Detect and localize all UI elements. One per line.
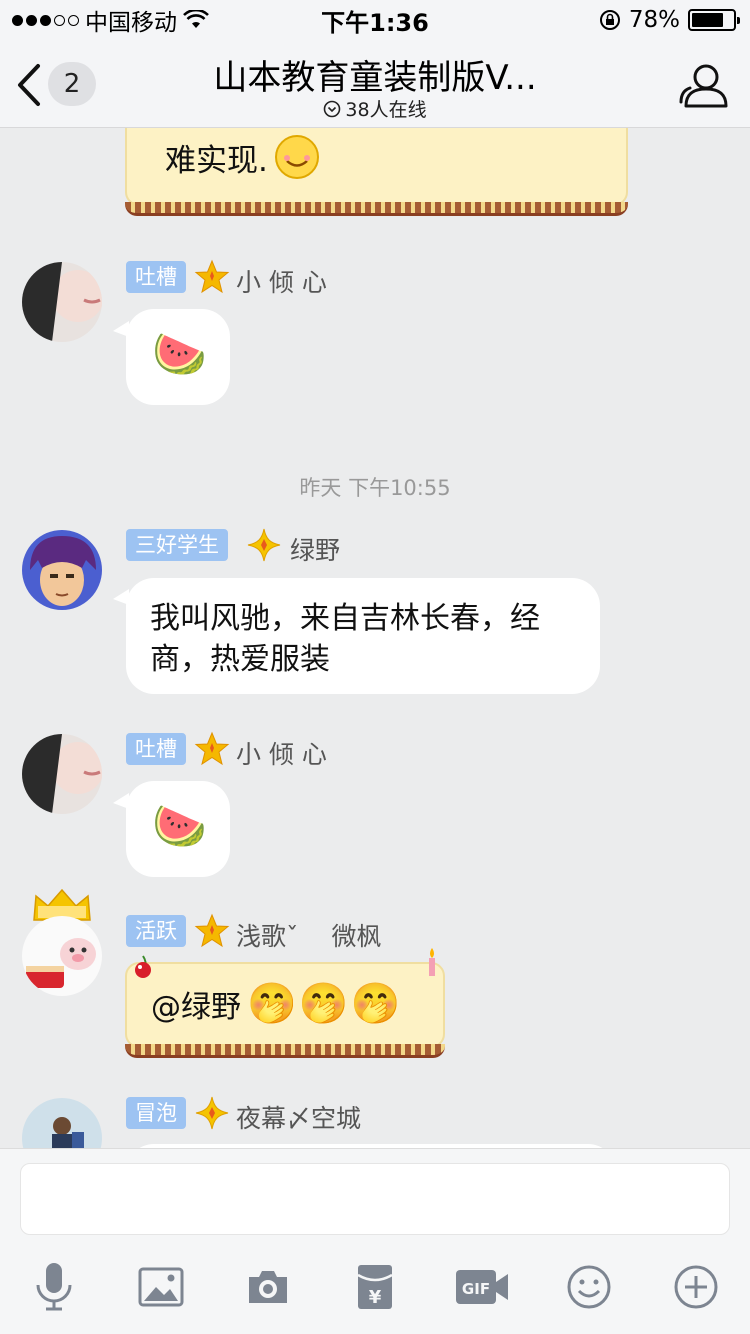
member-title-tag: 吐槽 — [126, 733, 186, 765]
message-bubble[interactable]: 我叫风驰，来自吉林长春，经 商，热爱服装 — [126, 578, 600, 694]
message-bubble-fancy[interactable]: 难实现. — [125, 128, 628, 216]
avatar-image — [22, 1098, 102, 1148]
group-title[interactable]: 山本教育童装制版V... — [190, 50, 560, 99]
members-icon — [679, 64, 728, 108]
chat-area[interactable]: 难实现. 吐槽 小 倾 心 🍉 昨天 下午10:55 三好学生 绿野 我叫风驰，… — [0, 128, 750, 1148]
signal-icon — [12, 14, 79, 26]
avatar-image — [22, 530, 102, 610]
emoji-button[interactable] — [559, 1257, 619, 1317]
online-count: 38人在线 — [345, 99, 427, 121]
rotation-lock-icon — [599, 10, 620, 30]
sender-name[interactable]: 浅歌ˇ 微枫 — [236, 917, 381, 953]
status-bar: 中国移动 下午1:36 78% — [0, 0, 750, 40]
diamond-rank-icon — [195, 1096, 229, 1130]
avatar[interactable] — [22, 262, 102, 342]
gif-button[interactable]: GIF — [452, 1257, 512, 1317]
cherry-icon — [135, 955, 151, 978]
emoji-icon — [567, 1265, 611, 1309]
star-rank-icon — [194, 731, 230, 766]
wifi-icon — [183, 10, 209, 28]
member-title-tag: 冒泡 — [126, 1097, 186, 1129]
camera-icon — [249, 1271, 287, 1303]
status-right: 78% — [599, 7, 740, 33]
sender-name[interactable]: 绿野 — [290, 531, 340, 567]
online-status[interactable]: 38人在线 — [260, 95, 490, 122]
red-packet-icon: ¥ — [357, 1265, 393, 1309]
camera-button[interactable] — [238, 1257, 298, 1317]
svg-text:GIF: GIF — [462, 1280, 490, 1298]
watermelon-emoji: 🍉 — [152, 329, 207, 380]
message-text-line: 我叫风驰，来自吉林长春，经 — [150, 601, 540, 636]
candle-icon — [429, 948, 435, 976]
image-icon — [138, 1267, 184, 1307]
red-packet-button[interactable]: ¥ — [345, 1257, 405, 1317]
mention-text[interactable]: @绿野 — [151, 982, 241, 1026]
chevron-left-icon — [18, 64, 40, 106]
sender-name[interactable]: 小 倾 心 — [236, 263, 327, 299]
bubble-frill — [125, 202, 628, 216]
battery-icon — [688, 9, 740, 31]
bubble-frill — [125, 1044, 445, 1058]
message-text: 难实现. — [165, 142, 268, 179]
plus-icon — [674, 1265, 718, 1309]
image-button[interactable] — [131, 1257, 191, 1317]
member-title-tag: 吐槽 — [126, 261, 186, 293]
battery-percent: 78% — [628, 7, 680, 33]
carrier-label: 中国移动 — [85, 10, 177, 36]
message-bubble[interactable]: 🍉 — [126, 781, 230, 877]
watermelon-emoji: 🍉 — [152, 801, 207, 852]
sender-name[interactable]: 小 倾 心 — [236, 735, 327, 771]
avatar[interactable] — [22, 916, 102, 996]
avatar-image — [22, 916, 102, 996]
input-bar: ¥ GIF — [0, 1148, 750, 1334]
star-rank-icon — [194, 913, 230, 948]
timestamp: 昨天 下午10:55 — [299, 476, 451, 500]
microphone-icon — [36, 1263, 72, 1311]
voice-button[interactable] — [24, 1257, 84, 1317]
nav-bar: 2 山本教育童装制版V... 38人在线 — [0, 40, 750, 128]
star-rank-icon — [194, 259, 230, 294]
input-toolbar: ¥ GIF — [0, 1257, 750, 1317]
sender-name[interactable]: 夜幕〆空城 — [236, 1099, 361, 1135]
message-input[interactable] — [20, 1163, 730, 1235]
member-title-tag: 活跃 — [126, 915, 186, 947]
diamond-rank-icon — [247, 528, 281, 562]
message-bubble[interactable]: 🍉 — [126, 309, 230, 405]
member-title-tag: 三好学生 — [126, 529, 228, 561]
avatar[interactable] — [22, 734, 102, 814]
svg-text:¥: ¥ — [369, 1287, 382, 1308]
message-text-line: 商，热爱服装 — [150, 642, 330, 677]
smile-emoji-icon — [274, 135, 319, 179]
status-left: 中国移动 — [12, 3, 209, 37]
message-bubble-fancy[interactable]: @绿野 🤭🤭🤭 — [125, 948, 445, 1058]
more-button[interactable] — [666, 1257, 726, 1317]
avatar[interactable] — [22, 530, 102, 610]
chevron-down-circle-icon — [324, 100, 341, 117]
gif-icon: GIF — [456, 1270, 508, 1304]
avatar-image — [22, 262, 102, 342]
group-members-button[interactable] — [678, 60, 732, 110]
avatar[interactable] — [22, 1098, 102, 1148]
back-button[interactable] — [12, 60, 48, 110]
unread-count-badge[interactable]: 2 — [48, 62, 96, 106]
peek-emoji: 🤭🤭🤭 — [247, 981, 403, 1027]
avatar-image — [22, 734, 102, 814]
